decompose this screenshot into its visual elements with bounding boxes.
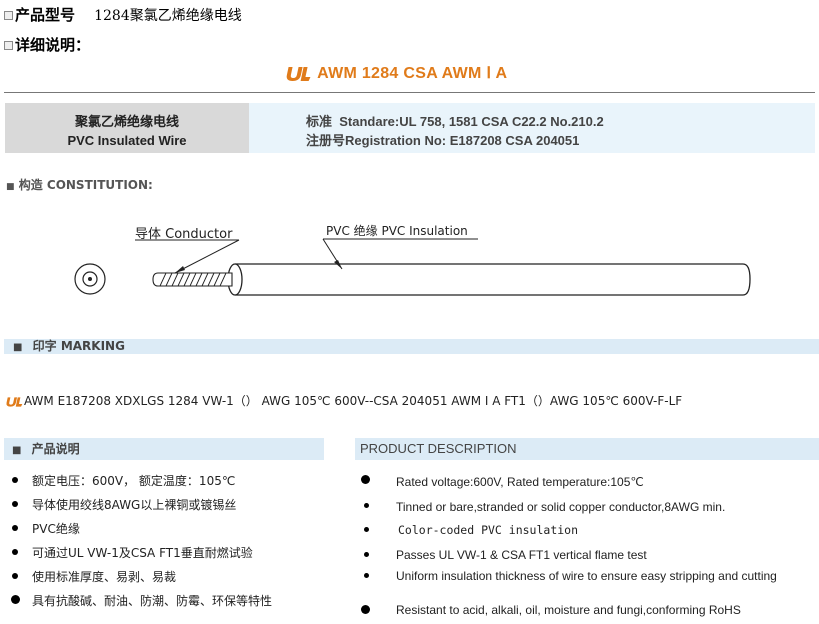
- model-title: AWM 1284 CSA AWM Ⅰ A: [284, 63, 507, 83]
- bullet-square-icon: [4, 11, 13, 20]
- ul-logo-small-icon: [6, 396, 23, 407]
- bullet-icon: [364, 573, 369, 578]
- detail-row: 详细说明：: [4, 34, 90, 55]
- bullet-icon: [12, 477, 18, 483]
- marking-heading: 印字 MARKING: [32, 339, 125, 353]
- info-name-cn: 聚氯乙烯绝缘电线: [74, 114, 179, 129]
- standard-label: 标准: [306, 114, 333, 129]
- bullet-icon: [364, 552, 369, 557]
- bullet-icon: [364, 503, 369, 508]
- marking-line: AWM E187208 XDXLGS 1284 VW-1（） AWG 105℃ …: [4, 392, 682, 409]
- registration-label: 注册号: [306, 133, 346, 148]
- bullet-icon: [361, 605, 370, 614]
- standard-line: 标准 Standare:UL 758, 1581 CSA C22.2 No.21…: [306, 111, 604, 130]
- product-model-label: 产品型号: [15, 6, 76, 24]
- bullet-icon: [361, 475, 370, 484]
- list-item: 可通过UL VW-1及CSA FT1垂直耐燃试验: [4, 544, 324, 568]
- bullet-icon: [12, 501, 18, 507]
- list-item: 具有抗酸碱、耐油、防潮、防霉、环保等特性: [4, 592, 324, 616]
- list-item: 使用标准厚度、易剥、易裁: [4, 568, 324, 592]
- conductor-arrow-icon: [175, 266, 185, 273]
- list-item: PVC绝缘: [4, 520, 324, 544]
- bullet-icon: [11, 595, 20, 604]
- registration-line: 注册号Registration No: E187208 CSA 204051: [306, 130, 579, 149]
- desc-cn-section-bar: ■ 产品说明: [4, 438, 324, 460]
- conductor-label: 导体 Conductor: [135, 227, 233, 242]
- divider-line: [4, 92, 815, 93]
- conductor-leader-line: [174, 239, 240, 274]
- registration-value: Registration No: E187208 CSA 204051: [345, 133, 580, 148]
- ul-recognized-logo-icon: [286, 66, 311, 81]
- list-item: 导体使用绞线8AWG以上裸铜或镀锡丝: [4, 496, 324, 520]
- info-name-en: PVC Insulated Wire: [67, 133, 187, 148]
- desc-cn-heading: 产品说明: [31, 442, 80, 456]
- standard-value: Standare:UL 758, 1581 CSA C22.2 No.210.2: [339, 114, 604, 129]
- desc-en-section-bar: PRODUCT DESCRIPTION: [355, 438, 819, 460]
- small-square-icon: ■: [6, 182, 15, 192]
- square-icon: ■: [13, 342, 23, 353]
- bullet-icon: [364, 527, 369, 532]
- bullet-icon: [12, 573, 18, 579]
- cable-conductor: [152, 272, 233, 287]
- cable-cross-section: [74, 263, 106, 295]
- square-icon: ■: [12, 445, 22, 456]
- product-model-value: 1284聚氯乙烯绝缘电线: [94, 8, 242, 24]
- bullet-square-icon: [4, 41, 13, 50]
- bullet-icon: [12, 525, 18, 531]
- insulation-label: PVC 绝缘 PVC Insulation: [326, 224, 468, 238]
- cable-insulation: [227, 263, 751, 296]
- detail-label: 详细说明：: [15, 36, 91, 54]
- info-name-box: 聚氯乙烯绝缘电线 PVC Insulated Wire: [5, 103, 249, 153]
- construction-heading: ■ 构造 CONSTITUTION:: [6, 178, 153, 192]
- desc-cn-list: 额定电压：600V， 额定温度：105℃ 导体使用绞线8AWG以上裸铜或镀锡丝 …: [4, 472, 324, 616]
- list-item: 额定电压：600V， 额定温度：105℃: [4, 472, 324, 496]
- bullet-icon: [12, 549, 18, 555]
- marking-section-bar: ■ 印字 MARKING: [4, 339, 819, 354]
- product-model-row: 产品型号 1284聚氯乙烯绝缘电线: [4, 4, 242, 25]
- model-title-text: AWM 1284 CSA AWM Ⅰ A: [317, 65, 508, 82]
- marking-text: AWM E187208 XDXLGS 1284 VW-1（） AWG 105℃ …: [24, 394, 683, 408]
- info-standard-box: 标准 Standare:UL 758, 1581 CSA C22.2 No.21…: [249, 103, 815, 153]
- desc-en-heading: PRODUCT DESCRIPTION: [360, 441, 517, 456]
